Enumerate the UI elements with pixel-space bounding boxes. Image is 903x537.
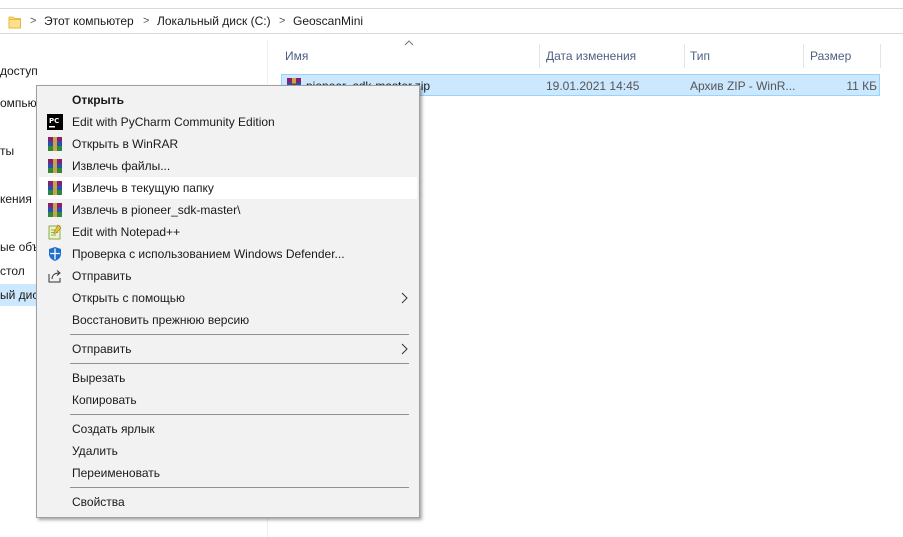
menu-item-open[interactable]: Открыть [39, 89, 417, 111]
column-separator[interactable] [803, 44, 804, 68]
menu-item-extract-to-folder[interactable]: Извлечь в pioneer_sdk-master\ [39, 199, 417, 221]
file-date: 19.01.2021 14:45 [546, 79, 640, 93]
nav-item-quick-access[interactable]: доступ [0, 63, 38, 79]
menu-item-cut[interactable]: Вырезать [39, 367, 417, 389]
svg-text:PC: PC [49, 117, 59, 125]
context-menu: Открыть PC Edit with PyCharm Community E… [36, 85, 420, 518]
menu-separator [70, 414, 409, 415]
chevron-right-icon [401, 292, 408, 304]
menu-item-edit-notepadpp[interactable]: Edit with Notepad++ [39, 221, 417, 243]
menu-item-label: Открыть с помощью [72, 291, 186, 305]
menu-item-extract-files[interactable]: Извлечь файлы... [39, 155, 417, 177]
menu-item-delete[interactable]: Удалить [39, 440, 417, 462]
winrar-icon [48, 181, 62, 195]
nav-item-documents[interactable]: ты [0, 143, 14, 159]
menu-item-label: Извлечь в текущую папку [72, 181, 214, 195]
menu-item-label: Проверка с использованием Windows Defend… [72, 247, 345, 261]
menu-item-label: Восстановить прежнюю версию [72, 313, 250, 327]
menu-item-copy[interactable]: Копировать [39, 389, 417, 411]
file-type: Архив ZIP - WinR... [690, 79, 796, 93]
nav-item-local-disk[interactable]: ый дис [0, 287, 38, 303]
windows-defender-icon [49, 247, 61, 261]
menu-item-label: Извлечь файлы... [72, 159, 171, 173]
menu-item-label: Edit with PyCharm Community Edition [72, 115, 275, 129]
menu-item-restore-previous[interactable]: Восстановить прежнюю версию [39, 309, 417, 331]
menu-item-label: Свойства [72, 495, 125, 509]
column-separator[interactable] [880, 44, 881, 68]
menu-item-share[interactable]: Отправить [39, 265, 417, 287]
column-header-date[interactable]: Дата изменения [546, 46, 636, 68]
column-header-size[interactable]: Размер [810, 46, 851, 68]
winrar-icon [48, 137, 62, 151]
address-bar: > Этот компьютер > Локальный диск (C:) >… [0, 0, 903, 40]
column-separator[interactable] [539, 44, 540, 68]
nav-item-downloads[interactable]: кения [0, 191, 32, 207]
menu-item-label: Edit with Notepad++ [72, 225, 181, 239]
menu-item-properties[interactable]: Свойства [39, 491, 417, 513]
menu-item-label: Отправить [72, 269, 132, 283]
breadcrumb-separator[interactable]: > [143, 13, 149, 29]
nav-item-3d-objects[interactable]: ые объ [0, 239, 39, 255]
breadcrumb[interactable]: > Этот компьютер > Локальный диск (C:) >… [0, 8, 903, 34]
menu-item-rename[interactable]: Переименовать [39, 462, 417, 484]
chevron-right-icon [401, 343, 408, 355]
menu-item-label: Извлечь в pioneer_sdk-master\ [72, 203, 241, 217]
column-header-type[interactable]: Тип [690, 46, 710, 68]
breadcrumb-separator[interactable]: > [279, 13, 285, 29]
menu-separator [70, 334, 409, 335]
menu-item-label: Открыть [72, 93, 125, 107]
column-header-name[interactable]: Имя [285, 46, 308, 68]
breadcrumb-item-geoscanmini[interactable]: GeoscanMini [293, 13, 363, 29]
notepadpp-icon [48, 224, 62, 240]
menu-item-label: Переименовать [72, 466, 160, 480]
menu-item-create-shortcut[interactable]: Создать ярлык [39, 418, 417, 440]
share-icon [48, 270, 61, 283]
folder-icon [8, 16, 21, 29]
column-separator[interactable] [684, 44, 685, 68]
pycharm-icon: PC [47, 114, 63, 130]
menu-separator [70, 363, 409, 364]
menu-item-label: Вырезать [72, 371, 126, 385]
winrar-icon [48, 203, 62, 217]
menu-item-label: Создать ярлык [72, 422, 155, 436]
sort-ascending-icon [404, 40, 414, 46]
menu-item-open-with[interactable]: Открыть с помощью [39, 287, 417, 309]
menu-item-open-winrar[interactable]: Открыть в WinRAR [39, 133, 417, 155]
menu-item-send-to[interactable]: Отправить [39, 338, 417, 360]
file-size: 11 КБ [846, 79, 877, 93]
breadcrumb-item-local-disk[interactable]: Локальный диск (C:) [157, 13, 271, 29]
menu-item-label: Отправить [72, 342, 132, 356]
menu-item-extract-here[interactable]: Извлечь в текущую папку [39, 177, 417, 199]
menu-item-edit-pycharm[interactable]: PC Edit with PyCharm Community Edition [39, 111, 417, 133]
menu-item-label: Удалить [72, 444, 118, 458]
menu-item-defender-scan[interactable]: Проверка с использованием Windows Defend… [39, 243, 417, 265]
menu-item-label: Открыть в WinRAR [72, 137, 179, 151]
breadcrumb-separator[interactable]: > [30, 13, 36, 29]
breadcrumb-item-this-pc[interactable]: Этот компьютер [44, 13, 134, 29]
menu-separator [70, 487, 409, 488]
winrar-icon [48, 159, 62, 173]
menu-item-label: Копировать [72, 393, 137, 407]
nav-item-desktop[interactable]: стол [0, 263, 25, 279]
